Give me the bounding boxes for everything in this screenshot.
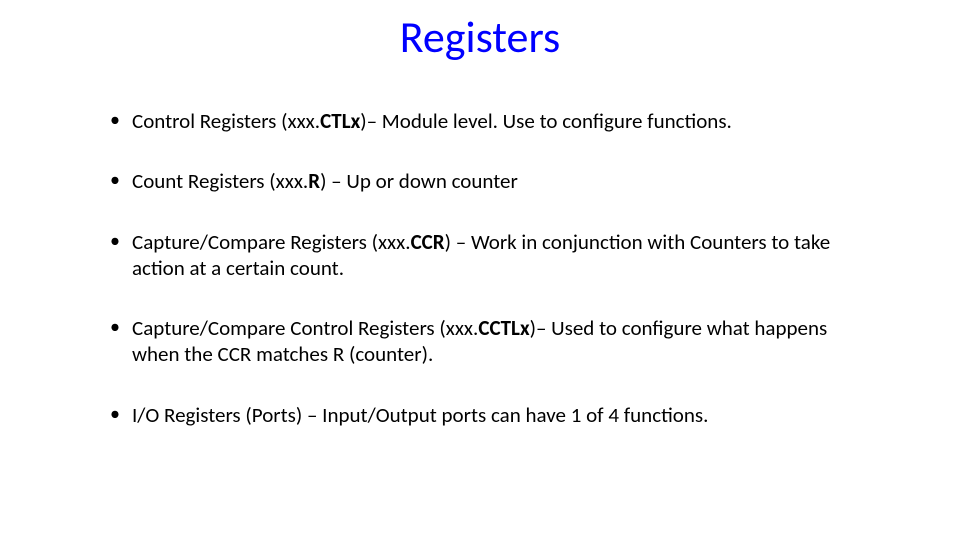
bullet-text-bold: CTLx bbox=[320, 108, 360, 134]
bullet-text-post: )– Module level. Use to configure functi… bbox=[360, 108, 732, 134]
bullet-text-pre: I/O Registers (Ports) – Input/Output por… bbox=[132, 402, 708, 428]
bullet-text-pre: Capture/Compare Control Registers (xxx. bbox=[132, 315, 478, 341]
slide-body: Control Registers (xxx.CTLx)– Module lev… bbox=[108, 108, 878, 462]
list-item: Control Registers (xxx.CTLx)– Module lev… bbox=[108, 108, 878, 134]
bullet-text-pre: Count Registers (xxx. bbox=[132, 168, 308, 194]
slide-title: Registers bbox=[0, 10, 960, 64]
bullet-text-pre: Control Registers (xxx. bbox=[132, 108, 320, 134]
bullet-text-post: ) – Up or down counter bbox=[320, 168, 518, 194]
list-item: Capture/Compare Registers (xxx.CCR) – Wo… bbox=[108, 229, 878, 282]
bullet-text-bold: CCTLx bbox=[478, 315, 529, 341]
list-item: Count Registers (xxx.R) – Up or down cou… bbox=[108, 168, 878, 194]
list-item: Capture/Compare Control Registers (xxx.C… bbox=[108, 315, 878, 368]
slide: Registers Control Registers (xxx.CTLx)– … bbox=[0, 0, 960, 540]
bullet-text-bold: CCR bbox=[411, 229, 445, 255]
bullet-list: Control Registers (xxx.CTLx)– Module lev… bbox=[108, 108, 878, 428]
bullet-text-bold: R bbox=[308, 168, 320, 194]
bullet-text-pre: Capture/Compare Registers (xxx. bbox=[132, 229, 411, 255]
list-item: I/O Registers (Ports) – Input/Output por… bbox=[108, 402, 878, 428]
